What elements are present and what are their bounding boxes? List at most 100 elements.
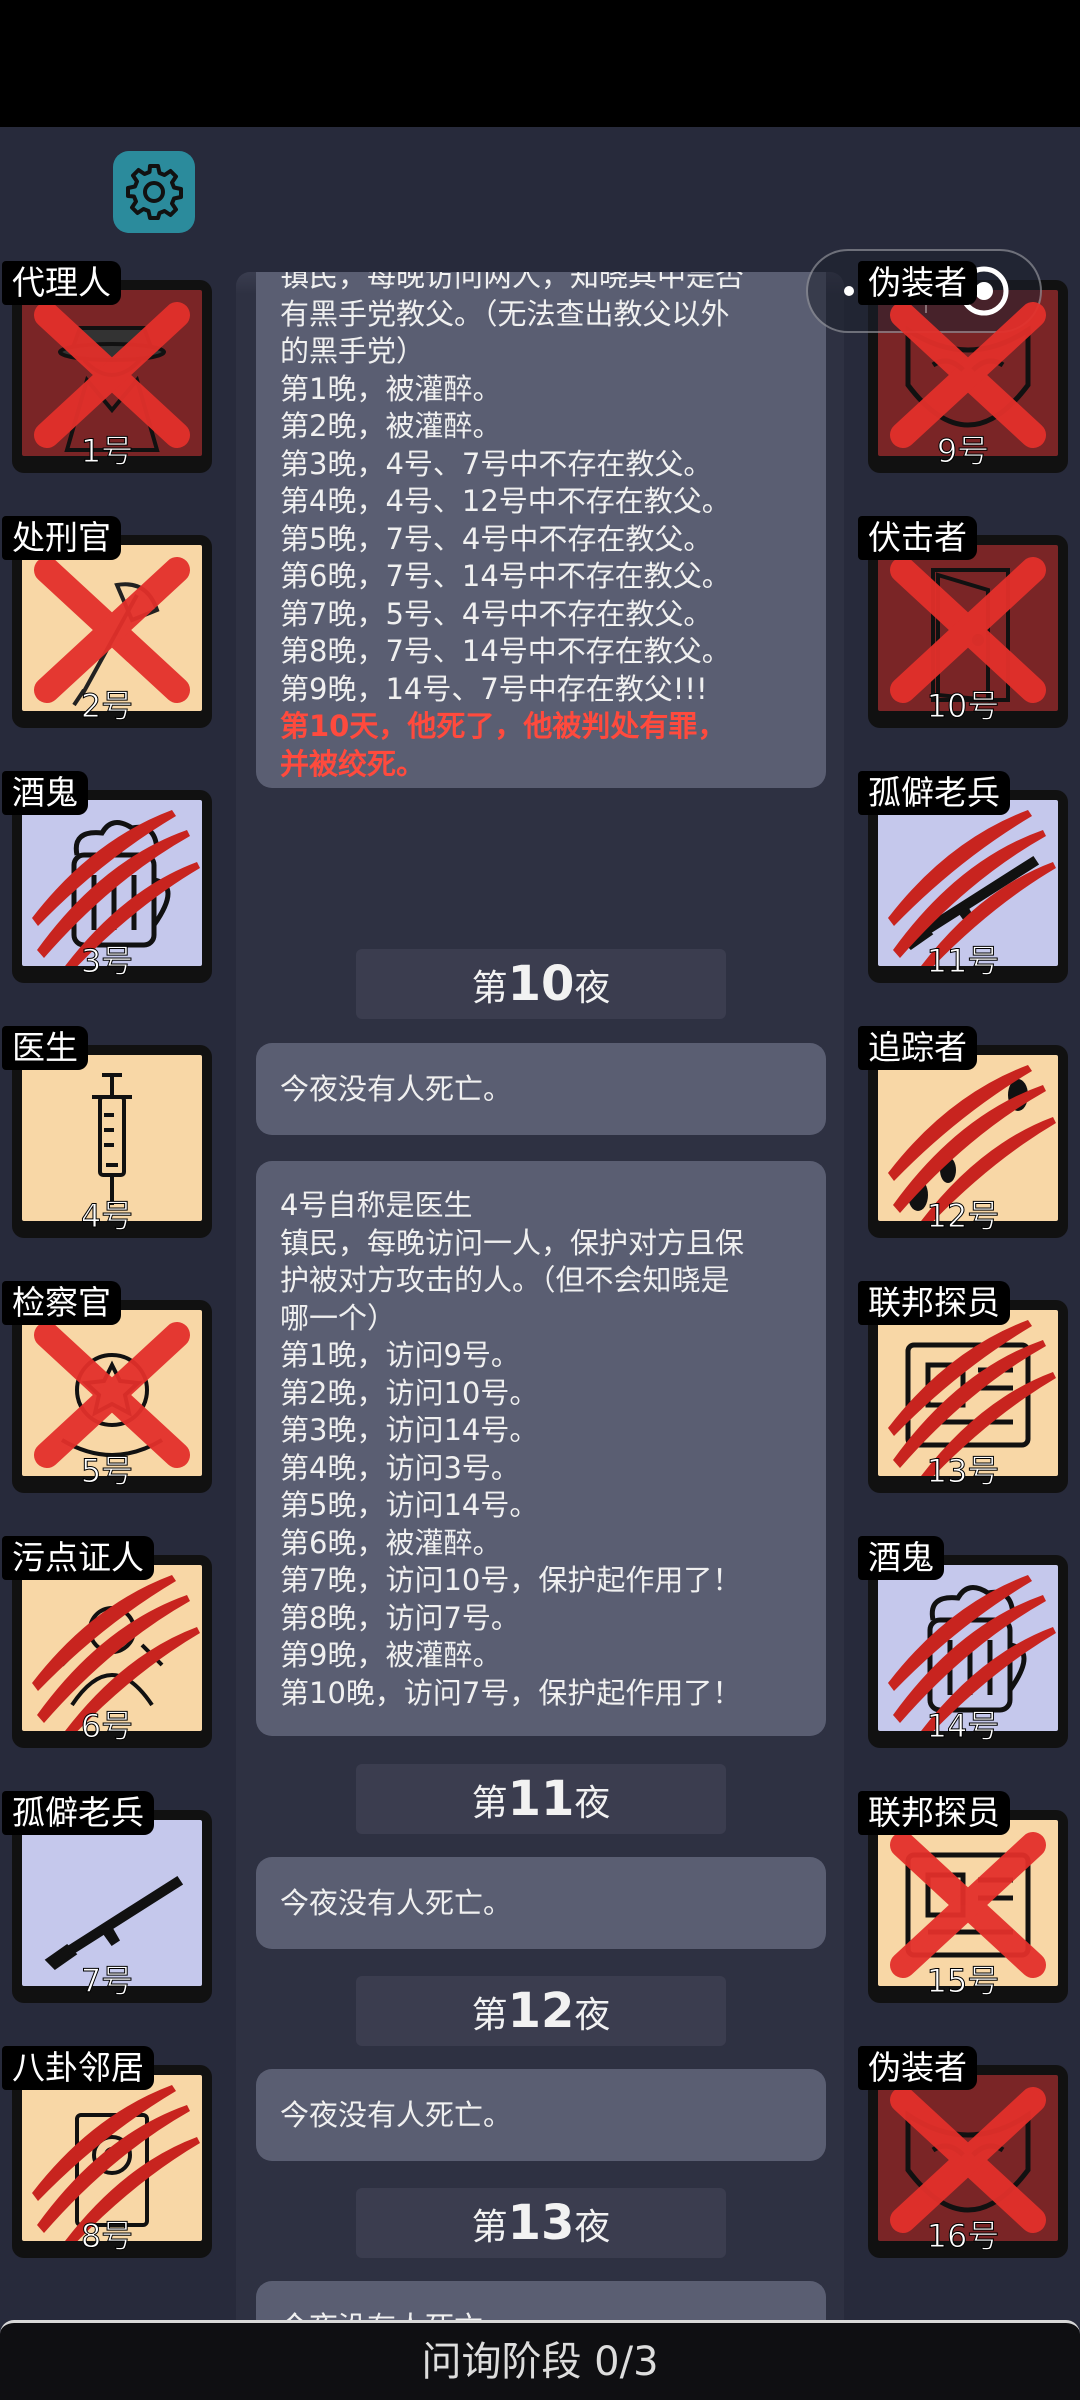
- night-prefix: 第: [471, 968, 508, 1009]
- log-line: 第3晚，4号、7号中不存在教父。: [280, 446, 713, 481]
- player-card[interactable]: 酒鬼 3号: [2, 771, 212, 983]
- night-prefix: 第: [471, 1783, 508, 1824]
- screen: 代理人 1号 处刑官 2号 酒鬼 3号 医生 4号 检察官 5号 污点证人 6号 孤僻老兵 7号 八卦邻居 8…: [0, 0, 1080, 2400]
- night-suffix: 夜: [574, 1783, 611, 1824]
- player-role-name: 孤僻老兵: [858, 771, 1010, 815]
- night-suffix: 夜: [574, 1995, 611, 2036]
- player-role-name: 酒鬼: [858, 1536, 944, 1580]
- player-number: 7号: [80, 1962, 134, 2001]
- player-role-name: 联邦探员: [858, 1281, 1010, 1325]
- player-number: 5号: [80, 1452, 134, 1491]
- night-12-result: 今夜没有人死亡。: [256, 2069, 826, 2161]
- log-line: 哪一个）: [280, 1300, 397, 1335]
- log-entry-lines: 4号自称是医生 镇民，每晚访问一人，保护对方且保 护被对方攻击的人。（但不会知晓是哪…: [280, 1187, 802, 1712]
- night-13-header: 第13夜: [356, 2188, 726, 2258]
- log-line: 第9晚，14号、7号中存在教父!!!: [280, 671, 708, 706]
- night-number: 12: [507, 1983, 575, 2039]
- player-card[interactable]: 处刑官 2号: [2, 516, 212, 728]
- night-12-header: 第12夜: [356, 1976, 726, 2046]
- verdict-line: 第10天，他死了，他被判处有罪，: [280, 709, 727, 743]
- log-line: 第7晚，5号、4号中不存在教父。: [280, 596, 713, 631]
- player-number: 15号: [926, 1962, 1000, 2001]
- player-number: 6号: [80, 1707, 134, 1746]
- night-prefix: 第: [471, 1995, 508, 2036]
- log-line: 第3晚，访问14号。: [280, 1413, 539, 1447]
- night-11-result: 今夜没有人死亡。: [256, 1857, 826, 1949]
- night-number: 11: [507, 1771, 575, 1827]
- log-line: 护被对方攻击的人。（但不会知晓是: [280, 1263, 730, 1297]
- player-number: 9号: [936, 432, 990, 471]
- player-card[interactable]: 酒鬼 14号: [858, 1536, 1068, 1748]
- player-role-name: 伪装者: [858, 261, 977, 305]
- player-number: 13号: [926, 1452, 1000, 1491]
- night-10-result: 今夜没有人死亡。: [256, 1043, 826, 1135]
- log-line: 有黑手党教父。（无法查出教父以外: [280, 296, 730, 331]
- verdict-line: 并被绞死。: [280, 746, 426, 781]
- player-number: 16号: [926, 2217, 1000, 2256]
- player-number: 14号: [926, 1707, 1000, 1746]
- night-result-text: 今夜没有人死亡。: [280, 1886, 513, 1920]
- log-line: 第1晚，被灌醉。: [280, 371, 502, 406]
- night-number: 13: [507, 2195, 575, 2251]
- player-number: 1号: [80, 432, 134, 471]
- log-line: 第10晚，访问7号，保护起作用了！: [280, 1675, 742, 1710]
- night-log-panel[interactable]: 镇民，每晚访问两人，知晓其中是否 有黑手党教父。（无法查出教父以外 的黑手党） 第1晚…: [236, 272, 844, 2392]
- player-role-name: 八卦邻居: [2, 2046, 154, 2090]
- log-line: 第7晚，访问10号，保护起作用了！: [280, 1563, 742, 1597]
- player-card[interactable]: 孤僻老兵 11号: [858, 771, 1068, 983]
- log-line: 4号自称是医生: [280, 1188, 473, 1222]
- player-number: 10号: [926, 687, 1000, 726]
- player-card[interactable]: 联邦探员 15号: [858, 1791, 1068, 2003]
- log-line: 镇民，每晚访问一人，保护对方且保: [280, 1225, 745, 1260]
- player-role-name: 污点证人: [2, 1536, 154, 1580]
- player-number: 11号: [926, 942, 1000, 981]
- night-result-text: 今夜没有人死亡。: [280, 2098, 513, 2132]
- player-role-name: 处刑官: [2, 516, 121, 560]
- log-line: 第9晚，被灌醉。: [280, 1638, 502, 1672]
- log-line: 第1晚，访问9号。: [280, 1338, 520, 1372]
- log-line: 第4晚，4号、12号中不存在教父。: [280, 484, 731, 518]
- player-card[interactable]: 代理人 1号: [2, 261, 212, 473]
- player-card[interactable]: 伏击者 10号: [858, 516, 1068, 728]
- player-card[interactable]: 医生 4号: [2, 1026, 212, 1238]
- log-line: 第2晚，访问10号。: [280, 1375, 539, 1410]
- player-card[interactable]: 伪装者 16号: [858, 2046, 1068, 2258]
- player-number: 3号: [80, 942, 134, 981]
- player-role-name: 代理人: [2, 261, 121, 305]
- night-11-header: 第11夜: [356, 1764, 726, 1834]
- log-line: 第8晚，7号、14号中不存在教父。: [280, 634, 731, 668]
- log-entry-player-ability: 镇民，每晚访问两人，知晓其中是否 有黑手党教父。（无法查出教父以外 的黑手党） 第1晚…: [256, 272, 826, 788]
- night-suffix: 夜: [574, 968, 611, 1009]
- gear-icon: [126, 164, 183, 220]
- player-role-name: 伪装者: [858, 2046, 977, 2090]
- log-entry-lines: 镇民，每晚访问两人，知晓其中是否 有黑手党教父。（无法查出教父以外 的黑手党） 第1晚…: [280, 272, 802, 708]
- phase-status-bar: 问询阶段 0/3: [0, 2320, 1080, 2400]
- night-10-header: 第10夜: [356, 949, 726, 1019]
- settings-button[interactable]: [113, 151, 195, 233]
- player-card[interactable]: 检察官 5号: [2, 1281, 212, 1493]
- log-line: 第5晚，访问14号。: [280, 1488, 539, 1522]
- player-role-name: 孤僻老兵: [2, 1791, 154, 1835]
- night-result-text: 今夜没有人死亡。: [280, 1072, 513, 1106]
- log-line: 第8晚，访问7号。: [280, 1600, 520, 1635]
- log-line: 第4晚，访问3号。: [280, 1450, 520, 1485]
- log-line: 第2晚，被灌醉。: [280, 409, 502, 443]
- log-line: 第6晚，7号、14号中不存在教父。: [280, 559, 731, 593]
- night-prefix: 第: [471, 2207, 508, 2248]
- player-card[interactable]: 孤僻老兵 7号: [2, 1791, 212, 2003]
- player-card[interactable]: 联邦探员 13号: [858, 1281, 1068, 1493]
- log-line: 第5晚，7号、4号中不存在教父。: [280, 521, 713, 556]
- player-number: 2号: [80, 687, 134, 726]
- night-suffix: 夜: [574, 2207, 611, 2248]
- player-card[interactable]: 伪装者 9号: [858, 261, 1068, 473]
- player-card[interactable]: 污点证人 6号: [2, 1536, 212, 1748]
- player-number: 4号: [80, 1197, 134, 1236]
- log-line: 的黑手党）: [280, 334, 426, 368]
- phase-label: 问询阶段 0/3: [421, 2339, 659, 2385]
- night-number: 10: [507, 956, 575, 1012]
- player-number: 12号: [926, 1197, 1000, 1236]
- player-card[interactable]: 八卦邻居 8号: [2, 2046, 212, 2258]
- player-card[interactable]: 追踪者 12号: [858, 1026, 1068, 1238]
- player-role-name: 医生: [2, 1026, 88, 1070]
- player-role-name: 联邦探员: [858, 1791, 1010, 1835]
